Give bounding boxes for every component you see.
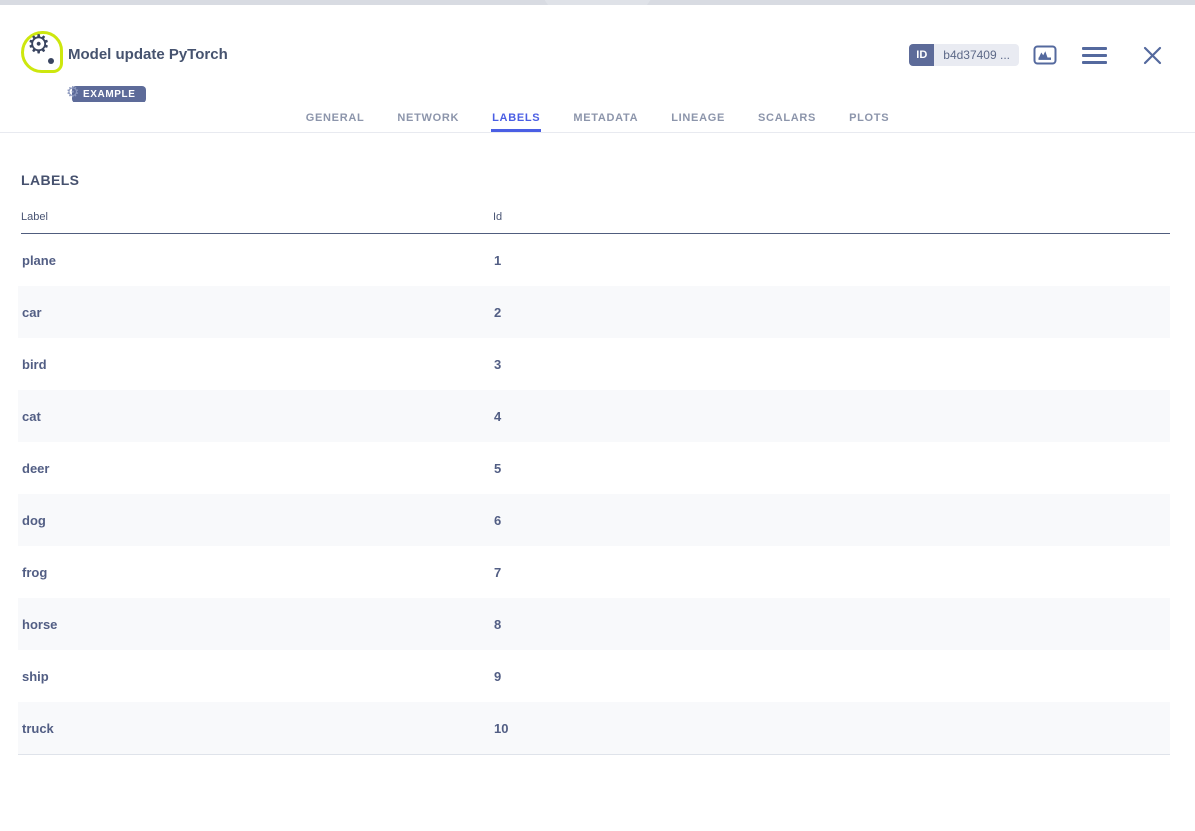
- label-cell: plane: [22, 253, 494, 268]
- gear-icon: ⚙: [27, 31, 50, 57]
- table-row: frog7: [18, 546, 1170, 598]
- label-cell: deer: [22, 461, 494, 476]
- id-value: b4d37409 ...: [934, 44, 1019, 66]
- id-cell: 3: [494, 357, 1170, 372]
- column-header-label: Label: [21, 211, 493, 223]
- image-preview-icon[interactable]: [1033, 45, 1057, 66]
- label-cell: car: [22, 305, 494, 320]
- id-cell: 6: [494, 513, 1170, 528]
- section-title: LABELS: [21, 172, 79, 188]
- labels-table: Label Id plane1car2bird3cat4deer5dog6fro…: [18, 211, 1170, 755]
- tab-lineage[interactable]: LINEAGE: [670, 102, 726, 132]
- table-row: car2: [18, 286, 1170, 338]
- id-cell: 7: [494, 565, 1170, 580]
- label-cell: horse: [22, 617, 494, 632]
- labels-table-header: Label Id: [21, 211, 1170, 234]
- model-id-chip[interactable]: ID b4d37409 ...: [909, 44, 1019, 66]
- id-cell: 8: [494, 617, 1170, 632]
- label-cell: frog: [22, 565, 494, 580]
- table-row: deer5: [18, 442, 1170, 494]
- label-cell: cat: [22, 409, 494, 424]
- id-cell: 10: [494, 721, 1170, 736]
- table-row: ship9: [18, 650, 1170, 702]
- table-row: cat4: [18, 390, 1170, 442]
- id-cell: 1: [494, 253, 1170, 268]
- header: ⚙ Model update PyTorch ⚙ EXAMPLE ID b4d3…: [0, 5, 1195, 103]
- tab-scalars[interactable]: SCALARS: [757, 102, 817, 132]
- model-logo: ⚙: [21, 31, 63, 73]
- table-row: truck10: [18, 702, 1170, 754]
- label-cell: ship: [22, 669, 494, 684]
- label-cell: dog: [22, 513, 494, 528]
- column-header-id: Id: [493, 211, 1170, 223]
- header-actions: ID b4d37409 ...: [909, 44, 1162, 66]
- label-cell: bird: [22, 357, 494, 372]
- tab-bar: GENERAL NETWORK LABELS METADATA LINEAGE SCALA…: [0, 102, 1195, 133]
- id-cell: 4: [494, 409, 1170, 424]
- tag-gear-icon: ⚙: [66, 84, 80, 101]
- tab-plots[interactable]: PLOTS: [848, 102, 890, 132]
- example-tag-label: EXAMPLE: [83, 89, 136, 100]
- page-title: Model update PyTorch: [68, 46, 228, 63]
- labels-table-body: plane1car2bird3cat4deer5dog6frog7horse8s…: [18, 234, 1170, 755]
- id-cell: 5: [494, 461, 1170, 476]
- table-row: bird3: [18, 338, 1170, 390]
- id-badge: ID: [909, 44, 934, 66]
- id-cell: 9: [494, 669, 1170, 684]
- tab-metadata[interactable]: METADATA: [572, 102, 639, 132]
- logo-dot: [48, 58, 54, 64]
- close-icon[interactable]: [1143, 46, 1162, 65]
- table-row: dog6: [18, 494, 1170, 546]
- menu-icon[interactable]: [1081, 47, 1107, 64]
- tab-network[interactable]: NETWORK: [396, 102, 460, 132]
- label-cell: truck: [22, 721, 494, 736]
- table-row: horse8: [18, 598, 1170, 650]
- tab-labels[interactable]: LABELS: [491, 102, 541, 132]
- example-tag-badge: ⚙ EXAMPLE: [72, 86, 146, 103]
- table-row: plane1: [18, 234, 1170, 286]
- id-cell: 2: [494, 305, 1170, 320]
- tab-general[interactable]: GENERAL: [305, 102, 366, 132]
